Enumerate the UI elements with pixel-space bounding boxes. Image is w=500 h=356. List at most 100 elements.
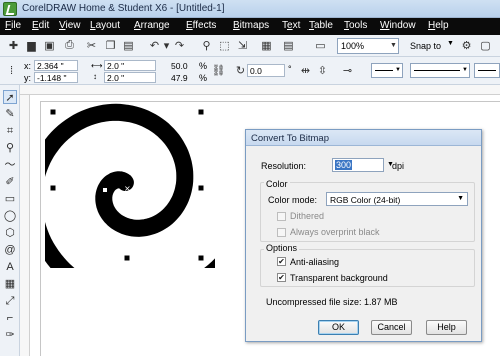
- chevron-down-icon: ▼: [457, 195, 464, 202]
- menu-arrange[interactable]: Arrange: [134, 20, 170, 31]
- anti-aliasing-label: Anti-aliasing: [290, 257, 340, 267]
- menu-bar: File Edit View Layout Arrange Effects Bi…: [0, 18, 500, 35]
- x-position-field[interactable]: 2.364 ": [34, 60, 78, 71]
- rotation-field[interactable]: 0.0: [247, 64, 285, 77]
- redo-icon[interactable]: ↷: [172, 38, 187, 53]
- import-icon[interactable]: ⬚: [217, 38, 232, 53]
- dithered-checkbox[interactable]: [277, 212, 286, 221]
- transparent-background-checkbox[interactable]: ✔: [277, 273, 286, 282]
- convert-to-bitmap-dialog: Convert To Bitmap Resolution: 300 ▼ dpi …: [245, 129, 482, 342]
- application-launcher-icon[interactable]: ▦: [259, 38, 274, 53]
- checkmark-icon: ✔: [278, 257, 285, 266]
- new-icon[interactable]: ✚: [6, 38, 21, 53]
- dithered-label: Dithered: [290, 211, 325, 221]
- checkmark-icon: ✔: [278, 273, 285, 282]
- y-label: y:: [24, 73, 32, 83]
- menu-window[interactable]: Window: [380, 20, 416, 31]
- color-mode-label: Color mode:: [268, 195, 318, 205]
- selection-handle[interactable]: [124, 255, 130, 261]
- line-start-select[interactable]: ▼: [371, 63, 403, 78]
- selection-handle[interactable]: [50, 109, 56, 115]
- menu-text[interactable]: Text: [282, 20, 300, 31]
- crop-tool-icon[interactable]: ⌗: [3, 124, 17, 138]
- selection-handle[interactable]: [198, 255, 204, 261]
- vertical-ruler[interactable]: [20, 95, 30, 356]
- window-title: CorelDRAW Home & Student X6 - [Untitled-…: [22, 3, 225, 14]
- mirror-vertical-icon[interactable]: ⇳: [315, 63, 330, 78]
- export-icon[interactable]: ⇲: [235, 38, 250, 53]
- pick-tool-icon[interactable]: ➚: [3, 90, 17, 104]
- horizontal-ruler[interactable]: [20, 85, 500, 95]
- selection-handle[interactable]: [124, 109, 130, 115]
- paste-icon[interactable]: ▤: [121, 38, 136, 53]
- zoom-tool-icon[interactable]: ⚲: [3, 141, 17, 155]
- table-tool-icon[interactable]: ▦: [3, 277, 17, 291]
- text-tool-icon[interactable]: A: [3, 260, 17, 274]
- mirror-horizontal-icon[interactable]: ⇹: [298, 63, 313, 78]
- full-screen-icon[interactable]: ▭: [313, 38, 328, 53]
- lock-ratio-icon[interactable]: ⛓: [211, 63, 226, 78]
- width-field[interactable]: 2.0 ": [104, 60, 156, 71]
- degree-label: °: [288, 64, 292, 74]
- search-icon[interactable]: ⚲: [199, 38, 214, 53]
- rectangle-tool-icon[interactable]: ▭: [3, 192, 17, 206]
- scale-y-field[interactable]: 47.9: [168, 72, 194, 83]
- menu-file[interactable]: File: [5, 20, 21, 31]
- node-marker[interactable]: [147, 188, 151, 192]
- node-marker[interactable]: [125, 158, 129, 162]
- menu-effects[interactable]: Effects: [186, 20, 216, 31]
- ok-button[interactable]: OK: [318, 320, 359, 335]
- node-marker[interactable]: [103, 150, 107, 154]
- print-icon[interactable]: ⎙: [62, 38, 77, 53]
- menu-tools[interactable]: Tools: [344, 20, 367, 31]
- resolution-input[interactable]: 300: [332, 158, 384, 172]
- cancel-button[interactable]: Cancel: [371, 320, 412, 335]
- publish-pdf-icon[interactable]: ▤: [281, 38, 296, 53]
- selection-handle[interactable]: [50, 255, 56, 261]
- help-button[interactable]: Help: [426, 320, 467, 335]
- object-position-icon: ⁞: [9, 64, 14, 77]
- open-icon[interactable]: ▆: [24, 38, 39, 53]
- anti-aliasing-checkbox[interactable]: ✔: [277, 257, 286, 266]
- cut-icon[interactable]: ✂: [84, 38, 99, 53]
- color-group-label: Color: [264, 179, 290, 189]
- shape-tool-icon[interactable]: ✎: [3, 107, 17, 121]
- selection-handle[interactable]: [50, 185, 56, 191]
- coreldraw-logo-icon: [3, 2, 17, 16]
- color-mode-select[interactable]: RGB Color (24-bit) ▼: [326, 192, 468, 206]
- dimension-tool-icon[interactable]: ⤢: [3, 294, 17, 308]
- menu-help[interactable]: Help: [428, 20, 449, 31]
- ellipse-tool-icon[interactable]: ◯: [3, 209, 17, 223]
- spiral-tool-icon[interactable]: @: [3, 243, 17, 257]
- snap-to-button[interactable]: Snap to: [410, 41, 441, 51]
- menu-edit[interactable]: Edit: [32, 20, 49, 31]
- freehand-tool-icon[interactable]: 〜: [3, 158, 17, 172]
- overprint-checkbox[interactable]: [277, 228, 286, 237]
- spiral-shape[interactable]: ×: [45, 98, 215, 268]
- chevron-down-icon[interactable]: ▼: [388, 38, 399, 54]
- line-style-select[interactable]: ▼: [410, 63, 470, 78]
- node-marker[interactable]: [125, 208, 129, 212]
- height-field[interactable]: 2.0 ": [104, 72, 156, 83]
- node-marker[interactable]: [103, 188, 107, 192]
- scale-x-field[interactable]: 50.0: [168, 60, 194, 71]
- save-icon[interactable]: ▣: [42, 38, 57, 53]
- node-marker[interactable]: [141, 176, 145, 180]
- copy-icon[interactable]: ❐: [103, 38, 118, 53]
- line-end-select[interactable]: [474, 63, 500, 78]
- polygon-tool-icon[interactable]: ⬡: [3, 226, 17, 240]
- selection-handle[interactable]: [198, 185, 204, 191]
- menu-view[interactable]: View: [59, 20, 81, 31]
- eyedropper-tool-icon[interactable]: ✑: [3, 328, 17, 342]
- menu-table[interactable]: Table: [309, 20, 333, 31]
- y-position-field[interactable]: -1.148 ": [34, 72, 78, 83]
- spiral-path[interactable]: [45, 98, 215, 268]
- menu-bitmaps[interactable]: Bitmaps: [233, 20, 269, 31]
- smart-fill-icon[interactable]: ✐: [3, 175, 17, 189]
- menu-layout[interactable]: Layout: [90, 20, 120, 31]
- welcome-icon[interactable]: ▢: [478, 38, 493, 53]
- selection-handle[interactable]: [198, 109, 204, 115]
- options-icon[interactable]: ⚙: [459, 38, 474, 53]
- connector-tool-icon[interactable]: ⌐: [3, 311, 17, 325]
- chevron-down-icon[interactable]: ▼: [447, 40, 454, 47]
